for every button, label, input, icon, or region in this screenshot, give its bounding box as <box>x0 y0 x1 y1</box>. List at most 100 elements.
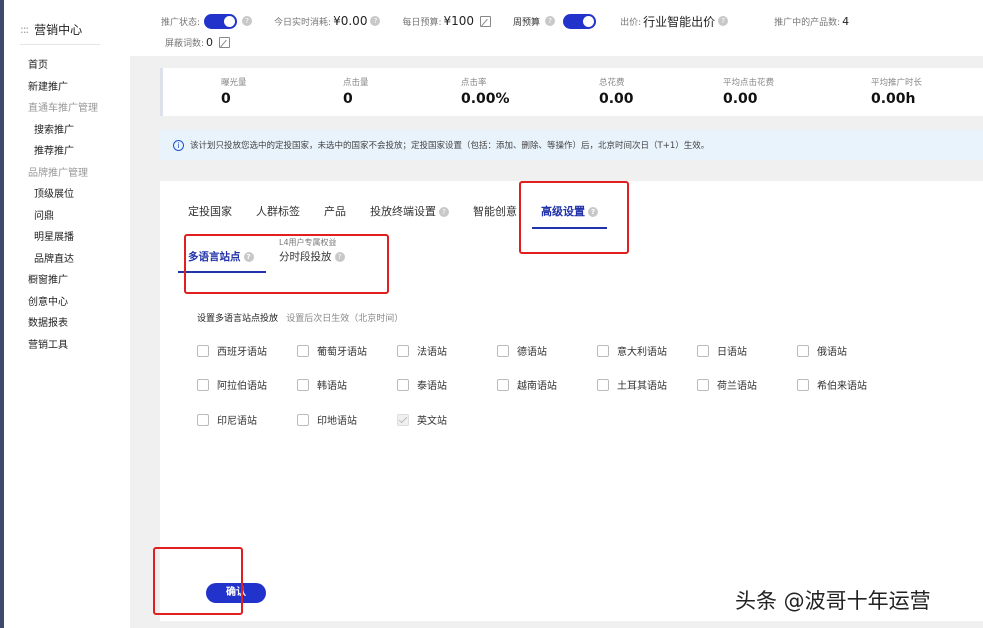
language-label: 意大利语站 <box>617 347 667 358</box>
tab-item[interactable]: 产品 <box>324 203 346 221</box>
summary-row: 推广状态: ? 今日实时消耗: ¥0.00 ? 每日预算: ¥100 周预算 ?… <box>161 12 849 30</box>
language-checkbox[interactable] <box>397 413 409 426</box>
language-option[interactable]: 土耳其语站 <box>597 377 667 392</box>
subtab-multilang[interactable]: 多语言站点? <box>188 249 254 264</box>
language-option[interactable]: 俄语站 <box>797 343 847 358</box>
help-icon[interactable]: ? <box>370 16 381 26</box>
sidebar-item[interactable]: 数据报表 <box>4 313 130 335</box>
language-checkbox[interactable] <box>297 378 309 391</box>
language-option[interactable]: 意大利语站 <box>597 343 667 358</box>
language-label: 日语站 <box>717 347 747 358</box>
products-value: 4 <box>842 14 850 28</box>
sidebar-item[interactable]: 搜索推广 <box>4 120 130 142</box>
language-option[interactable]: 越南语站 <box>497 377 557 392</box>
stat-item: 点击量 0 <box>343 76 369 107</box>
language-checkbox[interactable] <box>497 344 509 357</box>
help-icon[interactable]: ? <box>242 16 253 26</box>
language-checkbox[interactable] <box>597 378 609 391</box>
language-checkbox[interactable] <box>197 413 209 426</box>
language-option[interactable]: 德语站 <box>497 343 547 358</box>
language-option[interactable]: 日语站 <box>697 343 747 358</box>
language-label: 德语站 <box>517 347 547 358</box>
sidebar-item[interactable]: 顶级展位 <box>4 184 130 206</box>
sidebar-item[interactable]: 营销工具 <box>4 335 130 357</box>
settings-tabs: 定投国家 人群标签 产品 投放终端设置? 智能创意 高级设置? <box>188 203 622 229</box>
sidebar-item[interactable]: 明星展播 <box>4 227 130 249</box>
tab-item[interactable]: 人群标签 <box>256 203 300 221</box>
tab-label: 高级设置 <box>541 205 585 218</box>
weekly-budget-label: 周预算 <box>513 17 541 28</box>
daily-budget-value: ¥100 <box>443 14 475 28</box>
language-checkbox[interactable] <box>297 413 309 426</box>
edit-icon[interactable] <box>480 15 492 27</box>
main-content: 推广状态: ? 今日实时消耗: ¥0.00 ? 每日预算: ¥100 周预算 ?… <box>130 0 983 628</box>
blocked-words-row: 屏蔽词数: 0 <box>165 34 231 50</box>
tab-item[interactable]: 投放终端设置? <box>370 203 449 221</box>
products-label: 推广中的产品数: <box>774 17 841 28</box>
language-option[interactable]: 西班牙语站 <box>197 343 267 358</box>
edit-icon[interactable] <box>219 36 231 48</box>
confirm-button[interactable]: 确认 <box>206 583 266 603</box>
sidebar-item[interactable]: 新建推广 <box>4 77 130 99</box>
tab-item[interactable]: 智能创意 <box>473 203 517 221</box>
language-checkbox[interactable] <box>597 344 609 357</box>
sidebar-item[interactable]: 首页 <box>4 55 130 77</box>
sidebar: ::: 营销中心 首页 新建推广 直通车推广管理 搜索推广 推荐推广 品牌推广管理 顶级展位… <box>4 0 130 628</box>
language-checkbox[interactable] <box>797 378 809 391</box>
language-checkbox[interactable] <box>697 344 709 357</box>
stat-label: 点击率 <box>461 78 487 88</box>
stat-value: 0 <box>221 91 231 107</box>
help-icon[interactable]: ? <box>334 252 345 262</box>
language-label: 英文站 <box>417 416 447 427</box>
language-option[interactable]: 泰语站 <box>397 377 447 392</box>
language-label: 葡萄牙语站 <box>317 347 367 358</box>
section-header: 设置多语言站点投放 设置后次日生效（北京时间） <box>197 311 403 324</box>
section-title: 设置多语言站点投放 <box>197 314 279 324</box>
stat-item: 点击率 0.00% <box>461 76 510 107</box>
help-icon[interactable]: ? <box>718 16 729 26</box>
language-checkbox[interactable] <box>497 378 509 391</box>
tab-item[interactable]: 高级设置? <box>532 203 607 229</box>
language-checkbox[interactable] <box>697 378 709 391</box>
info-icon: i <box>173 139 184 151</box>
tab-item[interactable]: 定投国家 <box>188 203 232 221</box>
language-option[interactable]: 荷兰语站 <box>697 377 757 392</box>
language-checkbox[interactable] <box>197 378 209 391</box>
sidebar-item[interactable]: 问鼎 <box>4 206 130 228</box>
sidebar-item[interactable]: 橱窗推广 <box>4 270 130 292</box>
sidebar-item[interactable]: 创意中心 <box>4 292 130 314</box>
language-option[interactable]: 希伯来语站 <box>797 377 867 392</box>
sidebar-item[interactable]: 推荐推广 <box>4 141 130 163</box>
sidebar-item[interactable]: 品牌直达 <box>4 249 130 271</box>
language-option[interactable]: 英文站 <box>397 412 447 427</box>
tab-label: 智能创意 <box>473 205 517 218</box>
sidebar-group-label: 直通车推广管理 <box>28 103 98 114</box>
help-icon[interactable]: ? <box>439 207 449 217</box>
subtab-timeslot[interactable]: 分时段投放? <box>279 249 345 264</box>
language-option[interactable]: 印地语站 <box>297 412 357 427</box>
stat-value: 0.00 <box>723 91 758 107</box>
language-option[interactable]: 葡萄牙语站 <box>297 343 367 358</box>
language-checkbox[interactable] <box>797 344 809 357</box>
language-checkbox[interactable] <box>397 344 409 357</box>
language-option[interactable]: 阿拉伯语站 <box>197 377 267 392</box>
bid-label: 出价: <box>620 17 642 28</box>
language-option[interactable]: 法语站 <box>397 343 447 358</box>
stat-label: 点击量 <box>343 78 369 88</box>
tab-label: 投放终端设置 <box>370 205 436 218</box>
language-checkbox[interactable] <box>397 378 409 391</box>
stats-card: 曝光量 0 点击量 0 点击率 0.00% 总花费 0.00 平均点击花费 0.00 平均推广时长 0… <box>160 68 983 116</box>
weekly-budget-toggle[interactable] <box>563 13 597 29</box>
language-checkbox[interactable] <box>297 344 309 357</box>
language-option[interactable]: 印尼语站 <box>197 412 257 427</box>
tab-label: 人群标签 <box>256 205 300 218</box>
help-icon[interactable]: ? <box>545 16 556 26</box>
sidebar-brand[interactable]: ::: 营销中心 <box>20 22 130 37</box>
status-toggle[interactable] <box>204 13 238 29</box>
help-icon[interactable]: ? <box>588 207 598 217</box>
language-label: 越南语站 <box>517 381 557 392</box>
tab-label: 产品 <box>324 205 346 218</box>
language-checkbox[interactable] <box>197 344 209 357</box>
language-option[interactable]: 韩语站 <box>297 377 347 392</box>
help-icon[interactable]: ? <box>243 252 254 262</box>
